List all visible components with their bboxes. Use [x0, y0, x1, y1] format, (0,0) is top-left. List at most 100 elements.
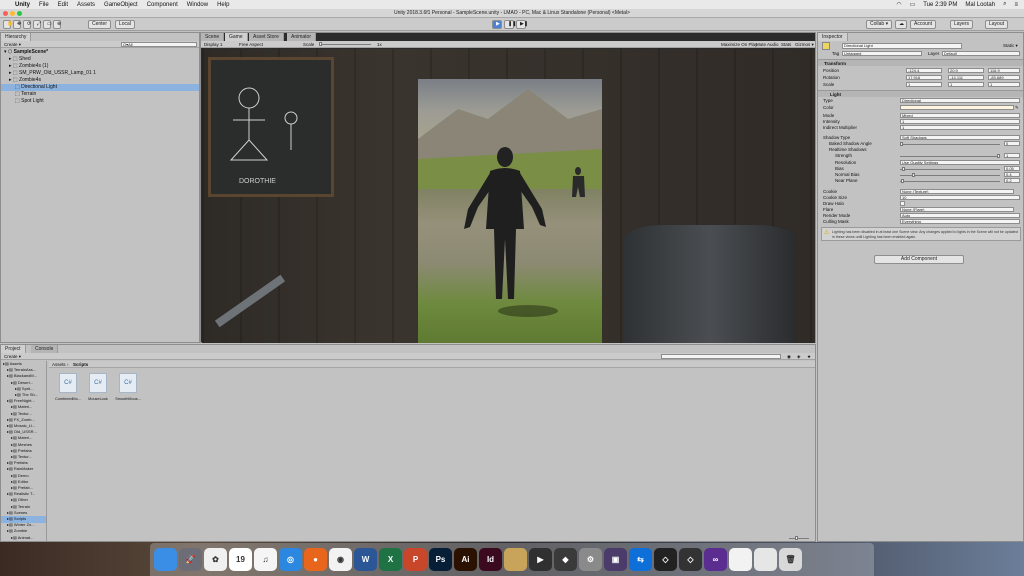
breadcrumb-scripts[interactable]: Scripts — [73, 362, 88, 367]
stats-toggle[interactable]: Stats — [781, 42, 791, 47]
scale-z[interactable]: 1 — [988, 82, 1020, 87]
rotation-y[interactable]: -14.111 — [948, 75, 984, 80]
hand-tool-icon[interactable]: ✋ — [3, 20, 13, 29]
near-plane-field[interactable]: 0.2 — [1004, 178, 1020, 183]
strength-field[interactable]: 1 — [1004, 153, 1020, 158]
teamviewer-icon[interactable]: ⇆ — [629, 548, 652, 571]
favorite-icon[interactable]: ★ — [807, 354, 811, 360]
project-create-button[interactable]: Create ▾ — [4, 354, 21, 360]
menu-assets[interactable]: Assets — [77, 2, 95, 8]
breadcrumb-assets[interactable]: Assets — [52, 362, 66, 367]
launchpad-icon[interactable]: 🚀 — [179, 548, 202, 571]
pause-button[interactable]: ❚❚ — [504, 20, 516, 29]
hierarchy-item[interactable]: ⬚ Spot Light — [1, 98, 199, 105]
photoshop-icon[interactable]: Ps — [429, 548, 452, 571]
minimize-button[interactable] — [10, 11, 15, 16]
hierarchy-search-input[interactable]: Q▾All — [121, 42, 197, 47]
game-view[interactable]: DOROTHIE — [202, 49, 815, 343]
script-file[interactable]: C# CombinedMo... — [55, 373, 81, 405]
user-name[interactable]: Mal Lootah — [965, 2, 995, 8]
indirect-multiplier-field[interactable]: 1 — [900, 125, 1020, 130]
menu-help[interactable]: Help — [217, 2, 229, 8]
gizmos-dropdown[interactable]: Gizmos ▾ — [795, 42, 814, 48]
intensity-field[interactable]: 1 — [900, 119, 1020, 124]
filter-label-icon[interactable]: ◈ — [797, 354, 800, 360]
logic-icon[interactable]: ◆ — [554, 548, 577, 571]
play-button[interactable]: ▶ — [492, 20, 502, 29]
wifi-icon[interactable]: ◠ — [896, 1, 901, 8]
scale-x[interactable]: 1 — [906, 82, 942, 87]
tab-game[interactable]: Game — [225, 33, 248, 41]
baked-shadow-angle-field[interactable]: 0 — [1004, 141, 1020, 146]
visual-studio-icon[interactable]: ∞ — [704, 548, 727, 571]
static-dropdown[interactable]: Static ▾ — [1003, 43, 1018, 49]
project-search-input[interactable] — [661, 354, 781, 359]
render-mode-dropdown[interactable]: Auto — [900, 213, 1020, 218]
menu-component[interactable]: Component — [147, 2, 178, 8]
firefox-icon[interactable]: ● — [304, 548, 327, 571]
folder-item[interactable]: ▸▤ Animat... — [1, 535, 46, 541]
light-mode-dropdown[interactable]: Mixed — [900, 113, 1020, 118]
position-x[interactable]: -124.4 — [906, 68, 942, 73]
battery-icon[interactable]: ▭ — [910, 1, 916, 8]
layer-dropdown[interactable]: Default — [942, 51, 1020, 56]
tab-hierarchy[interactable]: Hierarchy — [1, 33, 32, 41]
pivot-center-button[interactable]: Center — [88, 20, 112, 29]
unity-icon[interactable]: ◇ — [654, 548, 677, 571]
flare-field[interactable]: None (Flare) — [900, 207, 1014, 212]
baked-shadow-angle-slider[interactable] — [900, 142, 1000, 146]
clock[interactable]: Tue 2:39 PM — [923, 2, 957, 8]
layout-dropdown[interactable]: Layout — [985, 20, 1009, 29]
aspect-dropdown[interactable]: Free Aspect — [239, 42, 263, 47]
menu-window[interactable]: Window — [187, 2, 208, 8]
tab-scene[interactable]: Scene — [201, 33, 225, 41]
close-button[interactable] — [3, 11, 8, 16]
normal-bias-slider[interactable] — [900, 173, 1000, 177]
strength-slider[interactable] — [900, 154, 1000, 158]
tag-dropdown[interactable]: Untagged — [842, 51, 922, 56]
light-type-dropdown[interactable]: Directional — [900, 98, 1020, 103]
rotation-x[interactable]: 17.916 — [906, 75, 942, 80]
maximize-on-play-toggle[interactable]: Maximize On Play — [721, 42, 757, 47]
eyedropper-icon[interactable]: ✎ — [1015, 105, 1019, 111]
normal-bias-field[interactable]: 0.4 — [1004, 172, 1020, 177]
menu-list-icon[interactable]: ≡ — [1014, 2, 1018, 8]
calendar-icon[interactable]: 19 — [229, 548, 252, 571]
scale-tool-icon[interactable]: ⤢ — [33, 20, 41, 29]
culling-mask-dropdown[interactable]: Everything — [900, 219, 1020, 224]
bias-slider[interactable] — [900, 167, 1000, 171]
hierarchy-item[interactable]: ⬚ Terrain — [1, 91, 199, 98]
photos-icon[interactable]: ✿ — [204, 548, 227, 571]
rotate-tool-icon[interactable]: ⟳ — [23, 20, 31, 29]
move-tool-icon[interactable]: ✥ — [13, 20, 21, 29]
light-color-swatch[interactable] — [900, 105, 1014, 110]
menu-file[interactable]: File — [39, 2, 49, 8]
hierarchy-item[interactable]: ▸ ⬚ Shed — [1, 56, 199, 63]
powerpoint-icon[interactable]: P — [404, 548, 427, 571]
hierarchy-item[interactable]: ▸ ⬚ SM_PRW_Old_USSR_Lamp_01 1 — [1, 70, 199, 77]
indesign-icon[interactable]: Id — [479, 548, 502, 571]
illustrator-icon[interactable]: Ai — [454, 548, 477, 571]
mute-audio-toggle[interactable]: Mute Audio — [756, 42, 779, 47]
unity-hub-icon[interactable]: ◇ — [679, 548, 702, 571]
filter-type-icon[interactable]: ◉ — [787, 354, 791, 360]
rotation-z[interactable]: -83.689 — [988, 75, 1020, 80]
scene-root[interactable]: ▾ ⬡ SampleScene* — [1, 49, 199, 56]
transform-header[interactable]: Transform — [818, 59, 1023, 66]
tab-console[interactable]: Console — [31, 345, 59, 353]
chrome-icon[interactable]: ◉ — [329, 548, 352, 571]
itunes-icon[interactable]: ♫ — [254, 548, 277, 571]
layers-dropdown[interactable]: Layers — [950, 20, 974, 29]
menu-gameobject[interactable]: GameObject — [104, 2, 138, 8]
rect-tool-icon[interactable]: ▭ — [43, 20, 52, 29]
zoom-button[interactable] — [17, 11, 22, 16]
collab-button[interactable]: Collab ▾ — [866, 20, 893, 29]
app-menu[interactable]: Unity — [15, 2, 30, 8]
system-prefs-icon[interactable]: ⚙ — [579, 548, 602, 571]
bias-field[interactable]: 0.05 — [1004, 166, 1020, 171]
display-dropdown[interactable]: Display 1 — [204, 42, 223, 47]
transform-tool-icon[interactable]: ⊕ — [53, 20, 61, 29]
cloud-icon[interactable]: ☁ — [895, 20, 907, 29]
shadow-type-dropdown[interactable]: Soft Shadows — [900, 135, 1020, 140]
hierarchy-item[interactable]: ▸ ⬚ Zombie4s — [1, 77, 199, 84]
